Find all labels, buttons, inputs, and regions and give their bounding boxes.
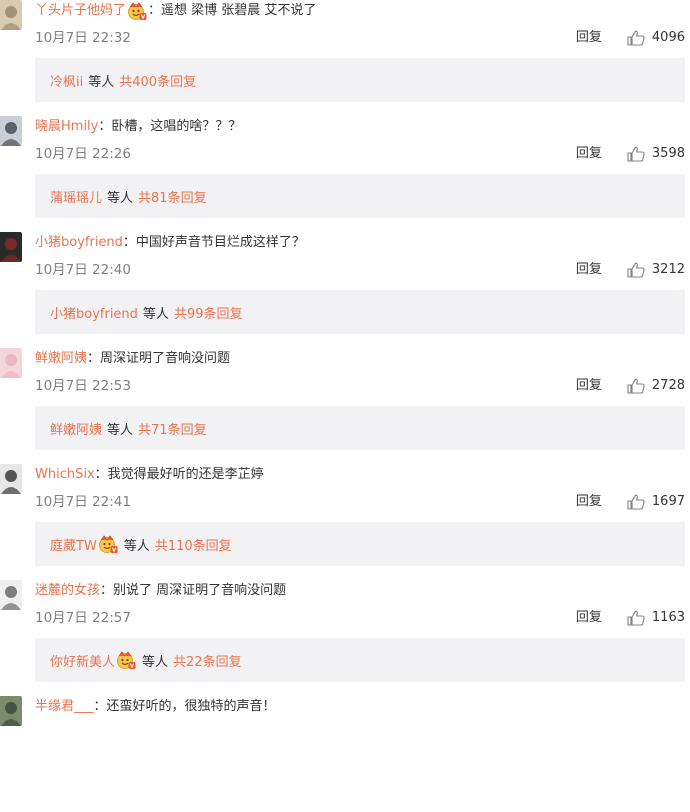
reply-button[interactable]: 回复 — [576, 375, 602, 397]
thumbs-up-icon — [627, 30, 652, 46]
reply-button[interactable]: 回复 — [576, 259, 602, 281]
user-avatar[interactable] — [0, 0, 22, 30]
comment-username[interactable]: 晓晨Hmily — [35, 116, 98, 138]
comment-username[interactable]: WhichSix — [35, 464, 95, 486]
replies-summary[interactable]: 蒲瑶瑶儿 等人 共81条回复 — [35, 174, 685, 218]
comment-content: ：别说了 周深证明了音响没问题 — [100, 583, 287, 598]
comment-content: ：中国好声音节目烂成这样了？ — [122, 235, 305, 250]
view-all-replies-link[interactable]: 共99条回复 — [174, 303, 243, 322]
comment-text-line: 半缘君___ ：还蛮好听的，很独特的声音！ — [35, 696, 276, 718]
comment-content: ：还蛮好听的，很独特的声音！ — [93, 699, 276, 714]
reply-username[interactable]: 庭葳TW — [50, 535, 97, 554]
reply-username[interactable]: 你好新美人 — [50, 651, 115, 670]
replies-summary[interactable]: 你好新美人 等人 共22条回复 — [35, 638, 685, 682]
user-avatar[interactable] — [0, 580, 22, 610]
comment-username[interactable]: 鲜嫩阿姨 — [35, 348, 87, 370]
thumbs-up-icon — [627, 378, 652, 394]
reply-username[interactable]: 冷枫ii — [50, 71, 83, 90]
like-count: 2728 — [651, 378, 685, 393]
like-count: 1697 — [651, 494, 685, 509]
thumbs-up-icon — [627, 610, 652, 626]
reply-username[interactable]: 小猪boyfriend — [50, 303, 138, 322]
comment-text-line: 丫头片子他妈了 ：遥想 梁博 张碧晨 艾不说了 — [35, 0, 316, 22]
user-avatar[interactable] — [0, 116, 22, 146]
replies-summary[interactable]: 庭葳TW 等人 共110条回复 — [35, 522, 685, 566]
reply-button[interactable]: 回复 — [576, 143, 602, 165]
like-button[interactable]: 2728 — [627, 375, 685, 397]
comment-content: ：我觉得最好听的还是李芷婷 — [94, 467, 264, 482]
comment-item: 小猪boyfriend ：中国好声音节目烂成这样了？ 10月7日 22:40 回复 … — [0, 232, 690, 348]
comment-item: WhichSix ：我觉得最好听的还是李芷婷 10月7日 22:41 回复 1697… — [0, 464, 690, 580]
like-button[interactable]: 3212 — [627, 259, 685, 281]
comment-timestamp: 10月7日 22:41 — [35, 494, 131, 510]
view-all-replies-link[interactable]: 共71条回复 — [138, 419, 207, 438]
comment-content: ：周深证明了音响没问题 — [87, 351, 231, 366]
reply-etc-label: 等人 — [142, 306, 169, 322]
user-avatar[interactable] — [0, 348, 22, 378]
vip-badge-icon — [98, 534, 118, 554]
comment-text-line: 小猪boyfriend ：中国好声音节目烂成这样了？ — [35, 232, 305, 254]
comment-content: ：卧槽，这唱的啥？？？ — [98, 119, 242, 134]
comment-actions: 回复 1163 — [576, 607, 685, 629]
comment-username[interactable]: 小猪boyfriend — [35, 232, 123, 254]
vip-badge-icon — [127, 1, 147, 21]
reply-etc-label: 等人 — [123, 538, 150, 554]
comment-item: 迷麓的女孩 ：别说了 周深证明了音响没问题 10月7日 22:57 回复 1163 … — [0, 580, 690, 696]
comment-content: ：遥想 梁博 张碧晨 艾不说了 — [148, 3, 317, 18]
replies-summary[interactable]: 鲜嫩阿姨 等人 共71条回复 — [35, 406, 685, 450]
comment-text-line: 迷麓的女孩 ：别说了 周深证明了音响没问题 — [35, 580, 286, 602]
comment-item: 鲜嫩阿姨 ：周深证明了音响没问题 10月7日 22:53 回复 2728 鲜嫩阿姨等… — [0, 348, 690, 464]
comment-actions: 回复 3598 — [576, 143, 685, 165]
reply-etc-label: 等人 — [107, 422, 134, 438]
comment-timestamp: 10月7日 22:32 — [35, 30, 131, 46]
user-avatar[interactable] — [0, 464, 22, 494]
vip-badge-icon — [116, 650, 136, 670]
reply-button[interactable]: 回复 — [576, 27, 602, 49]
replies-summary[interactable]: 冷枫ii 等人 共400条回复 — [35, 58, 685, 102]
like-button[interactable]: 1697 — [627, 491, 685, 513]
reply-etc-label: 等人 — [88, 74, 115, 90]
comment-timestamp: 10月7日 22:57 — [35, 610, 131, 626]
view-all-replies-link[interactable]: 共110条回复 — [155, 535, 232, 554]
reply-username[interactable]: 鲜嫩阿姨 — [50, 419, 102, 438]
comment-item: 丫头片子他妈了 ：遥想 梁博 张碧晨 艾不说了 10月7日 22:32 回复 409… — [0, 0, 690, 116]
reply-button[interactable]: 回复 — [576, 491, 602, 513]
like-count: 3598 — [651, 146, 685, 161]
comment-username[interactable]: 半缘君___ — [35, 696, 94, 718]
comment-actions: 回复 1697 — [576, 491, 685, 513]
comment-text-line: 鲜嫩阿姨 ：周深证明了音响没问题 — [35, 348, 230, 370]
reply-etc-label: 等人 — [107, 190, 134, 206]
thumbs-up-icon — [627, 494, 652, 510]
view-all-replies-link[interactable]: 共400条回复 — [119, 71, 196, 90]
comment-timestamp: 10月7日 22:53 — [35, 378, 131, 394]
comment-timestamp: 10月7日 22:40 — [35, 262, 131, 278]
view-all-replies-link[interactable]: 共81条回复 — [138, 187, 207, 206]
user-avatar[interactable] — [0, 232, 22, 262]
comment-item: 晓晨Hmily ：卧槽，这唱的啥？？？ 10月7日 22:26 回复 3598 蒲瑶… — [0, 116, 690, 232]
comment-actions: 回复 2728 — [576, 375, 685, 397]
comment-actions: 回复 4096 — [576, 27, 685, 49]
comment-text-line: 晓晨Hmily ：卧槽，这唱的啥？？？ — [35, 116, 241, 138]
like-button[interactable]: 3598 — [627, 143, 685, 165]
like-button[interactable]: 4096 — [627, 27, 685, 49]
reply-username[interactable]: 蒲瑶瑶儿 — [50, 187, 102, 206]
thumbs-up-icon — [627, 146, 652, 162]
comment-actions: 回复 3212 — [576, 259, 685, 281]
reply-button[interactable]: 回复 — [576, 607, 602, 629]
like-button[interactable]: 1163 — [627, 607, 685, 629]
reply-etc-label: 等人 — [142, 654, 169, 670]
thumbs-up-icon — [627, 262, 652, 278]
comment-item: 半缘君___ ：还蛮好听的，很独特的声音！ — [0, 696, 690, 812]
comment-username[interactable]: 迷麓的女孩 — [35, 580, 100, 602]
comment-timestamp: 10月7日 22:26 — [35, 146, 131, 162]
comment-text-line: WhichSix ：我觉得最好听的还是李芷婷 — [35, 464, 264, 486]
view-all-replies-link[interactable]: 共22条回复 — [173, 651, 242, 670]
like-count: 1163 — [651, 610, 685, 625]
replies-summary[interactable]: 小猪boyfriend 等人 共99条回复 — [35, 290, 685, 334]
like-count: 3212 — [651, 262, 685, 277]
comment-username[interactable]: 丫头片子他妈了 — [35, 0, 126, 22]
like-count: 4096 — [651, 30, 685, 45]
